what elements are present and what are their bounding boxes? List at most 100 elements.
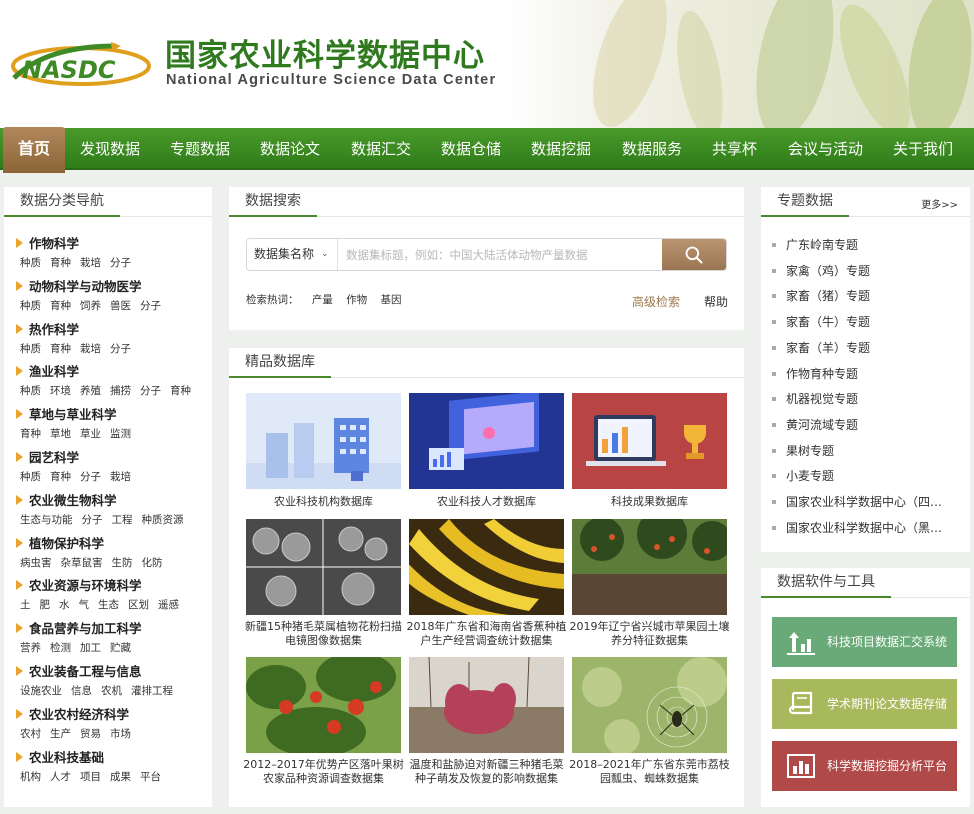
topic-link[interactable]: 作物育种专题: [772, 365, 952, 382]
subcategory-link[interactable]: 捕捞: [110, 385, 131, 397]
tool-journal-storage[interactable]: 学术期刊论文数据存储: [772, 679, 957, 729]
search-field-select[interactable]: 数据集名称 ⌄: [247, 239, 338, 270]
card-image-spider[interactable]: [572, 657, 727, 753]
card-caption[interactable]: 温度和盐胁迫对新疆三种猪毛菜种子萌发及恢复的影响数据集: [405, 758, 568, 786]
card-caption[interactable]: 科技成果数据库: [568, 495, 731, 509]
card-image-banana[interactable]: [409, 519, 564, 615]
card-image-institutions[interactable]: [246, 393, 401, 489]
nav-discover-data[interactable]: 发现数据: [80, 128, 140, 168]
subcategory-link[interactable]: 区划: [128, 599, 149, 611]
tool-project-submission[interactable]: 科技项目数据汇交系统: [772, 617, 957, 667]
subcategory-link[interactable]: 育种: [20, 428, 41, 440]
site-logo[interactable]: NASDC: [6, 38, 151, 90]
category-title[interactable]: 农业资源与环境科学: [16, 575, 142, 594]
subcategory-link[interactable]: 种质: [20, 343, 41, 355]
nav-data-warehouse[interactable]: 数据仓储: [441, 128, 501, 168]
category-title[interactable]: 动物科学与动物医学: [16, 276, 142, 295]
subcategory-link[interactable]: 生防: [112, 557, 133, 569]
subcategory-link[interactable]: 化防: [142, 557, 163, 569]
nav-topic-data[interactable]: 专题数据: [170, 128, 230, 168]
search-input[interactable]: [339, 239, 664, 270]
nav-about[interactable]: 关于我们: [893, 128, 953, 168]
category-title[interactable]: 草地与草业科学: [16, 404, 117, 423]
subcategory-link[interactable]: 水: [59, 599, 70, 611]
nav-data-service[interactable]: 数据服务: [622, 128, 682, 168]
search-button[interactable]: [662, 239, 726, 270]
subcategory-link[interactable]: 工程: [112, 514, 133, 526]
category-title[interactable]: 热作科学: [16, 319, 79, 338]
card-image-achievements[interactable]: [572, 393, 727, 489]
subcategory-link[interactable]: 灌排工程: [131, 685, 173, 697]
subcategory-link[interactable]: 育种: [50, 471, 71, 483]
subcategory-link[interactable]: 种质: [20, 471, 41, 483]
subcategory-link[interactable]: 兽医: [110, 300, 131, 312]
nav-meetings[interactable]: 会议与活动: [788, 128, 863, 168]
subcategory-link[interactable]: 分子: [110, 257, 131, 269]
subcategory-link[interactable]: 种质: [20, 257, 41, 269]
topic-link[interactable]: 果树专题: [772, 442, 952, 459]
subcategory-link[interactable]: 市场: [110, 728, 131, 740]
subcategory-link[interactable]: 生产: [50, 728, 71, 740]
subcategory-link[interactable]: 平台: [140, 771, 161, 783]
subcategory-link[interactable]: 栽培: [80, 343, 101, 355]
nav-share-cup[interactable]: 共享杯: [712, 128, 757, 168]
subcategory-link[interactable]: 栽培: [80, 257, 101, 269]
subcategory-link[interactable]: 育种: [50, 300, 71, 312]
category-title[interactable]: 园艺科学: [16, 447, 79, 466]
help-link[interactable]: 帮助: [704, 293, 728, 310]
subcategory-link[interactable]: 人才: [50, 771, 71, 783]
subcategory-link[interactable]: 杂草鼠害: [61, 557, 103, 569]
subcategory-link[interactable]: 分子: [110, 343, 131, 355]
tool-data-mining-platform[interactable]: 科学数据挖掘分析平台: [772, 741, 957, 791]
subcategory-link[interactable]: 病虫害: [20, 557, 52, 569]
card-caption[interactable]: 2018年广东省和海南省香蕉种植户生产经营调查统计数据集: [405, 620, 568, 648]
topic-link[interactable]: 黄河流域专题: [772, 416, 952, 433]
subcategory-link[interactable]: 栽培: [110, 471, 131, 483]
topic-link[interactable]: 家禽（鸡）专题: [772, 262, 952, 279]
category-title[interactable]: 植物保护科学: [16, 533, 104, 552]
subcategory-link[interactable]: 育种: [170, 385, 191, 397]
subcategory-link[interactable]: 信息: [71, 685, 92, 697]
card-image-orchard[interactable]: [572, 519, 727, 615]
subcategory-link[interactable]: 贮藏: [110, 642, 131, 654]
topic-link[interactable]: 广东岭南专题: [772, 236, 952, 253]
subcategory-link[interactable]: 项目: [80, 771, 101, 783]
hot-word-link[interactable]: 基因: [381, 294, 402, 306]
category-title[interactable]: 农业装备工程与信息: [16, 661, 142, 680]
card-caption[interactable]: 2019年辽宁省兴城市苹果园土壤养分特征数据集: [568, 620, 731, 648]
card-caption[interactable]: 新疆15种猪毛菜属植物花粉扫描电镜图像数据集: [242, 620, 405, 648]
subcategory-link[interactable]: 农机: [101, 685, 122, 697]
hot-word-link[interactable]: 产量: [312, 294, 333, 306]
category-title[interactable]: 农业科技基础: [16, 747, 104, 766]
topic-link[interactable]: 小麦专题: [772, 467, 952, 484]
subcategory-link[interactable]: 分子: [140, 300, 161, 312]
category-title[interactable]: 农业微生物科学: [16, 490, 117, 509]
subcategory-link[interactable]: 草地: [50, 428, 71, 440]
subcategory-link[interactable]: 土: [20, 599, 31, 611]
card-caption[interactable]: 农业科技人才数据库: [405, 495, 568, 509]
subcategory-link[interactable]: 分子: [82, 514, 103, 526]
card-image-fruit-trees[interactable]: [246, 657, 401, 753]
topic-link[interactable]: 家畜（牛）专题: [772, 313, 952, 330]
subcategory-link[interactable]: 贸易: [80, 728, 101, 740]
nav-data-mining[interactable]: 数据挖掘: [531, 128, 591, 168]
subcategory-link[interactable]: 营养: [20, 642, 41, 654]
hot-word-link[interactable]: 作物: [346, 294, 367, 306]
subcategory-link[interactable]: 监测: [110, 428, 131, 440]
subcategory-link[interactable]: 气: [79, 599, 90, 611]
subcategory-link[interactable]: 遥感: [158, 599, 179, 611]
card-caption[interactable]: 农业科技机构数据库: [242, 495, 405, 509]
category-title[interactable]: 农业农村经济科学: [16, 704, 129, 723]
topic-link[interactable]: 家畜（猪）专题: [772, 287, 952, 304]
advanced-search-link[interactable]: 高级检索: [632, 293, 680, 310]
card-image-salsola[interactable]: [409, 657, 564, 753]
subcategory-link[interactable]: 种质: [20, 300, 41, 312]
subcategory-link[interactable]: 养殖: [80, 385, 101, 397]
subcategory-link[interactable]: 肥: [40, 599, 51, 611]
subcategory-link[interactable]: 机构: [20, 771, 41, 783]
subcategory-link[interactable]: 设施农业: [20, 685, 62, 697]
subcategory-link[interactable]: 分子: [140, 385, 161, 397]
topic-link[interactable]: 家畜（羊）专题: [772, 339, 952, 356]
subcategory-link[interactable]: 分子: [80, 471, 101, 483]
subcategory-link[interactable]: 环境: [50, 385, 71, 397]
